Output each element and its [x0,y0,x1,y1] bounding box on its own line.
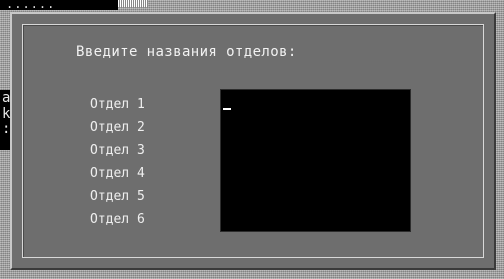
text-cursor [223,108,231,110]
background-title-text: ...... [6,0,56,11]
department-label-4: Отдел 4 [90,166,145,181]
department-list: Отдел 1 Отдел 2 Отдел 3 Отдел 4 Отдел 5 … [90,93,180,231]
department-dialog: Введите названия отделов: Отдел 1 Отдел … [10,12,496,270]
department-label-5: Отдел 5 [90,189,145,204]
background-title-fragment: ...... [0,0,118,11]
dialog-title: Введите названия отделов: [76,44,297,60]
background-pattern-strip [118,0,148,7]
department-label-2: Отдел 2 [90,120,145,135]
department-label-6: Отдел 6 [90,212,145,227]
department-label-1: Отдел 1 [90,97,145,112]
department-label-3: Отдел 3 [90,143,145,158]
department-name-input[interactable] [220,89,411,232]
